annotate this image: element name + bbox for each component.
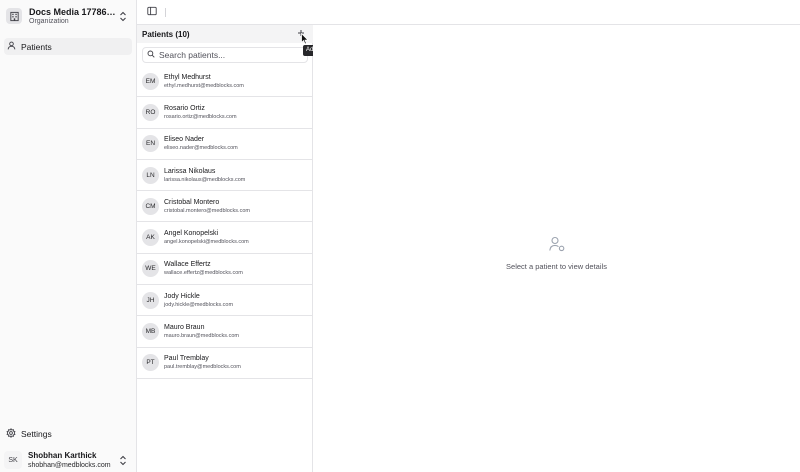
cursor-icon: [301, 32, 309, 45]
avatar: EM: [142, 72, 159, 90]
patient-email: angel.konopelski@medblocks.com: [164, 239, 249, 246]
patient-email: ethyl.medhurst@medblocks.com: [164, 82, 244, 89]
patient-email: wallace.effertz@medblocks.com: [164, 270, 243, 277]
patient-row[interactable]: EN Eliseo Nader eliseo.nader@medblocks.com: [137, 129, 313, 160]
patient-row[interactable]: RO Rosario Ortiz rosario.ortiz@medblocks.c…: [137, 97, 313, 129]
patient-email: eliseo.nader@medblocks.com: [164, 145, 238, 152]
avatar: JH: [142, 291, 159, 309]
avatar: RO: [142, 103, 159, 121]
patient-name: Angel Konopelski: [164, 230, 219, 238]
user-email: shobhan@medblocks.com: [28, 461, 111, 469]
avatar: CM: [142, 197, 159, 215]
patient-list: EM Ethyl Medhurst ethyl.medhurst@medblocks…: [137, 66, 313, 379]
panel-left-icon: [147, 6, 157, 18]
chevron-up-down-icon: [118, 453, 128, 467]
patient-email: jody.hickle@medblocks.com: [164, 301, 234, 308]
avatar: SK: [4, 451, 22, 469]
patient-email: paul.tremblay@medblocks.com: [164, 364, 241, 371]
avatar: MB: [142, 323, 159, 341]
sidebar-toggle-button[interactable]: [145, 5, 159, 19]
patient-row[interactable]: LN Larissa Nikolaus larissa.nikolaus@medbl…: [137, 160, 313, 192]
patients-title: Patients (10): [142, 29, 190, 39]
patient-row[interactable]: EM Ethyl Medhurst ethyl.medhurst@medblocks…: [137, 66, 313, 98]
avatar: LN: [142, 166, 159, 184]
chevron-up-down-icon: [118, 9, 128, 23]
sidebar-item-settings[interactable]: Settings: [4, 426, 132, 442]
patients-panel: Patients (10) EM Ethyl Medhurstethyl.medh…: [137, 25, 313, 472]
patient-email: larissa.nikolaus@medblocks.com: [164, 176, 246, 183]
search-icon: [147, 50, 155, 60]
avatar: PT: [142, 354, 159, 372]
patient-name: Paul Tremblay: [164, 355, 209, 363]
patient-email: rosario.ortiz@medblocks.com: [164, 113, 237, 120]
user-icon: [7, 41, 16, 52]
gear-icon: [6, 427, 16, 440]
patient-row[interactable]: CM Cristobal Montero cristobal.montero@med…: [137, 191, 313, 223]
avatar: AK: [142, 229, 159, 247]
user-menu[interactable]: SK Shobhan Karthick shobhan@medblocks.co…: [4, 450, 132, 470]
sidebar-item-patients[interactable]: Patients: [4, 38, 132, 55]
empty-message: Select a patient to view details: [506, 262, 607, 271]
patient-row[interactable]: MB Mauro Braun mauro.braun@medblocks.com: [137, 316, 313, 348]
org-name: Docs Media 1778650...: [29, 6, 118, 17]
org-switcher[interactable]: Docs Media 1778650... Organization: [4, 4, 132, 28]
settings-label: Settings: [21, 429, 52, 439]
org-subtitle: Organization: [29, 17, 69, 25]
patient-name: Wallace Effertz: [164, 261, 211, 269]
patient-row[interactable]: AK Angel Konopelski angel.konopelski@medbl…: [137, 222, 313, 254]
patient-name: Larissa Nikolaus: [164, 167, 216, 175]
patient-row[interactable]: PT Paul Tremblay paul.tremblay@medblocks.c…: [137, 348, 313, 379]
patient-name: Ethyl Medhurst: [164, 73, 211, 81]
patient-email: cristobal.montero@medblocks.com: [164, 207, 250, 214]
empty-state: Select a patient to view details: [313, 235, 800, 271]
patient-row[interactable]: JH Jody Hickle jody.hickle@medblocks.com: [137, 285, 313, 317]
patient-details-panel: Select a patient to view details: [313, 25, 800, 472]
patient-name: Eliseo Nader: [164, 136, 205, 144]
divider: [165, 8, 166, 17]
sidebar: Docs Media 1778650... Organization Patie…: [0, 0, 137, 472]
patient-email: mauro.braun@medblocks.com: [164, 333, 239, 340]
avatar: EN: [142, 135, 159, 153]
avatar: WE: [142, 260, 159, 278]
search-input[interactable]: [159, 50, 299, 60]
search-field[interactable]: [142, 47, 308, 63]
sidebar-item-label: Patients: [21, 41, 52, 52]
patient-row[interactable]: WE Wallace Effertz wallace.effertz@medbloc…: [137, 254, 313, 286]
patients-header: Patients (10): [137, 25, 313, 43]
building-icon: [6, 8, 22, 24]
patient-name: Rosario Ortiz: [164, 104, 205, 112]
patient-name: Cristobal Montero: [164, 198, 220, 206]
top-bar: [137, 0, 800, 25]
user-plus-icon: [548, 235, 566, 253]
patient-name: Mauro Braun: [164, 324, 205, 332]
patient-name: Jody Hickle: [164, 292, 200, 300]
user-name: Shobhan Karthick: [28, 450, 97, 460]
